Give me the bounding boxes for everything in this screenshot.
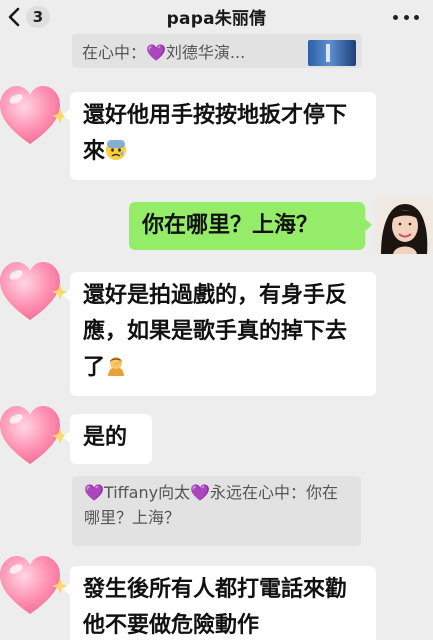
- incoming-message-2[interactable]: 還好是拍過戲的，有身手反應，如果是歌手真的掉下去了: [63, 272, 376, 396]
- quoted-message[interactable]: 在心中：💜刘德华演...: [72, 34, 362, 68]
- incoming-message-3[interactable]: 是的: [63, 414, 152, 464]
- chat-header: 3 papa朱丽倩: [0, 0, 433, 34]
- avatar[interactable]: [375, 196, 433, 254]
- pink-heart-sparkle-icon[interactable]: [0, 556, 70, 620]
- message-text: 是的: [83, 425, 128, 450]
- chat-screen: 3 papa朱丽倩 在心中：💜刘德华演... 還好他用手按按地扳才停下來 你在哪…: [0, 0, 433, 640]
- incoming-message-4[interactable]: 發生後所有人都打電話來勸他不要做危險動作: [63, 566, 376, 640]
- user-photo-icon: [375, 196, 433, 254]
- pink-heart-sparkle-icon[interactable]: [0, 86, 70, 150]
- quoted-message-text: 在心中：💜刘德华演...: [82, 43, 246, 62]
- pink-heart-sparkle-icon[interactable]: [0, 262, 70, 326]
- anxious-face-icon: [106, 140, 127, 160]
- more-dots-icon[interactable]: [393, 7, 419, 27]
- message-text: 發生後所有人都打電話來勸他不要做危險動作: [83, 577, 348, 638]
- facepalm-person-icon: [108, 357, 125, 376]
- quoted-message-text: 💜Tiffany向太💜永远在心中：你在哪里？上海？: [84, 483, 339, 527]
- chat-title: papa朱丽倩: [166, 9, 267, 29]
- message-text: 你在哪里？上海？: [142, 213, 319, 238]
- quoted-message[interactable]: 💜Tiffany向太💜永远在心中：你在哪里？上海？: [72, 476, 361, 546]
- pink-heart-sparkle-icon[interactable]: [0, 406, 70, 470]
- quoted-image-thumbnail: [308, 40, 356, 66]
- outgoing-message-1[interactable]: 你在哪里？上海？: [129, 202, 372, 250]
- incoming-message-1[interactable]: 還好他用手按按地扳才停下來: [63, 92, 376, 180]
